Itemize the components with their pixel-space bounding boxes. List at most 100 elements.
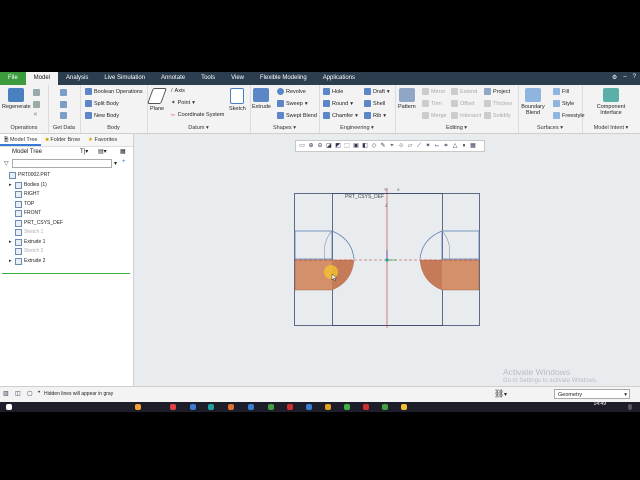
tree-search-input[interactable] — [12, 159, 112, 168]
tree-item[interactable]: PRT_CSYS_DEF — [3, 219, 63, 229]
taskbar-app-icon[interactable] — [248, 404, 254, 410]
hole-button[interactable]: Hole — [323, 88, 343, 95]
freestyle-button[interactable]: Freestyle — [553, 112, 585, 119]
start-icon[interactable] — [6, 404, 12, 410]
tree-item[interactable]: TOP — [3, 200, 63, 210]
rib-button[interactable]: Rib ▾ — [364, 112, 386, 119]
taskbar-app-icon[interactable] — [135, 404, 141, 410]
delete-icon[interactable]: ✕ — [33, 112, 38, 118]
sweep-button[interactable]: Sweep ▾ — [277, 100, 308, 107]
revolve-button[interactable]: Revolve — [277, 88, 306, 95]
copy-icon[interactable] — [33, 89, 40, 96]
component-interface-button[interactable]: Component Interface — [586, 88, 636, 116]
intersect-button[interactable]: Intersect — [451, 112, 481, 119]
swept-blend-button[interactable]: Swept Blend — [277, 112, 317, 119]
taskbar-app-icon[interactable] — [208, 404, 214, 410]
add-filter-icon[interactable]: + — [122, 159, 126, 165]
taskbar-app-icon[interactable] — [170, 404, 176, 410]
search-dropdown-icon[interactable]: ▾ — [114, 160, 117, 167]
browser-toggle-icon[interactable]: ◫ — [15, 390, 21, 397]
insert-here-indicator[interactable] — [2, 273, 130, 274]
draft-button[interactable]: Draft ▾ — [364, 88, 390, 95]
filter-icon[interactable]: ▽ — [4, 160, 9, 167]
taskbar-app-icon[interactable] — [325, 404, 331, 410]
tree-item[interactable]: ▸ Extrude 1 — [3, 238, 63, 248]
solidify-button[interactable]: Solidify — [484, 112, 511, 119]
plane-button[interactable]: Plane — [147, 88, 167, 112]
user-defined-feature-icon[interactable] — [60, 89, 67, 96]
chamfer-button[interactable]: Chamfer ▾ — [323, 112, 358, 119]
settings-icon[interactable]: ⚙ — [612, 74, 617, 81]
tab-annotate[interactable]: Annotate — [153, 72, 193, 85]
tree-columns-icon[interactable]: T|▾ — [80, 147, 88, 157]
taskbar-app-icon[interactable] — [401, 404, 407, 410]
mirror-button[interactable]: Mirror — [422, 88, 445, 95]
tab-analysis[interactable]: Analysis — [58, 72, 96, 85]
expand-icon[interactable]: ▸ — [9, 181, 13, 191]
copy-geometry-icon[interactable] — [60, 101, 67, 108]
paste-icon[interactable] — [33, 101, 40, 108]
regenerate-button[interactable]: Regenerate — [2, 88, 31, 110]
selection-mode-dropdown-icon[interactable]: ▾ — [504, 391, 507, 398]
tab-favorites[interactable]: ★ Favorites — [84, 134, 121, 146]
tab-live-simulation[interactable]: Live Simulation — [96, 72, 153, 85]
axis-button[interactable]: / Axis — [171, 88, 185, 94]
round-button[interactable]: Round ▾ — [323, 100, 353, 107]
selection-filter-select[interactable]: Geometry ▾ — [554, 389, 630, 399]
shrinkwrap-icon[interactable] — [60, 112, 67, 119]
tree-item[interactable]: RIGHT — [3, 190, 63, 200]
merge-button[interactable]: Merge — [422, 112, 447, 119]
taskbar-app-icon[interactable] — [268, 404, 274, 410]
split-body-button[interactable]: Split Body — [85, 100, 119, 107]
fullscreen-icon[interactable]: ▢ — [27, 390, 33, 397]
coordinate-system-button[interactable]: ⌙ Coordinate System — [171, 112, 224, 118]
taskbar-clock[interactable]: 14:49 — [593, 402, 606, 407]
tab-model-tree[interactable]: 🗎 Model Tree — [0, 134, 42, 146]
extrude-button[interactable]: Extrude — [252, 88, 271, 110]
tab-file[interactable]: File — [0, 72, 26, 85]
tree-item[interactable]: ▸ Extrude 2 — [3, 257, 63, 267]
help-icon[interactable]: ? — [633, 74, 636, 81]
trim-button[interactable]: Trim — [422, 100, 442, 107]
extend-button[interactable]: Extend — [451, 88, 477, 95]
taskbar-app-icon[interactable] — [190, 404, 196, 410]
tree-item[interactable]: FRONT — [3, 209, 63, 219]
sketch-button[interactable]: Sketch — [229, 88, 246, 112]
point-button[interactable]: ✶ Point ▾ — [171, 100, 195, 106]
expand-icon[interactable]: ▸ — [9, 257, 13, 267]
tree-settings-icon[interactable]: ▤▾ — [98, 147, 107, 157]
tab-folder-browser[interactable]: ■ Folder Brow — [41, 134, 84, 146]
tab-tools[interactable]: Tools — [193, 72, 223, 85]
model-view[interactable]: PRT_CSYS_DEF Y X Z — [134, 134, 640, 386]
tab-applications[interactable]: Applications — [315, 72, 363, 85]
new-body-button[interactable]: New Body — [85, 112, 119, 119]
tab-flexible-modeling[interactable]: Flexible Modeling — [252, 72, 315, 85]
fill-button[interactable]: Fill — [553, 88, 569, 95]
project-button[interactable]: Project — [484, 88, 510, 95]
notification-icon[interactable] — [628, 404, 632, 410]
tab-model[interactable]: Model — [25, 72, 59, 85]
shell-button[interactable]: Shell — [364, 100, 385, 107]
taskbar-app-icon[interactable] — [382, 404, 388, 410]
taskbar-app-icon[interactable] — [344, 404, 350, 410]
graphics-area[interactable]: ▭ ⊕ ⊖ ◪ ◩ ⬚ ▣ ◧ ◇ ✎ ⌖ ⊹ ▱ ⟋ ✶ ⌙ ⌗ △ ⏸ ▦ — [134, 134, 640, 386]
tree-item[interactable]: Sketch 1 — [3, 228, 63, 238]
navigator-toggle-icon[interactable]: ▥ — [3, 390, 9, 397]
offset-button[interactable]: Offset — [451, 100, 475, 107]
taskbar-app-icon[interactable] — [306, 404, 312, 410]
tree-item[interactable]: PRT0002.PRT — [3, 171, 63, 181]
pattern-button[interactable]: Pattern — [398, 88, 416, 110]
taskbar-app-icon[interactable] — [228, 404, 234, 410]
style-button[interactable]: Style — [553, 100, 574, 107]
tree-item[interactable]: Sketch 2 — [3, 247, 63, 257]
taskbar-app-icon[interactable] — [287, 404, 293, 410]
tree-grid-icon[interactable]: ▦ — [120, 147, 126, 157]
minimize-icon[interactable]: ‒ — [623, 74, 626, 81]
tree-item[interactable]: ▸ Bodies (1) — [3, 181, 63, 191]
thicken-button[interactable]: Thicken — [484, 100, 512, 107]
expand-icon[interactable]: ▸ — [9, 238, 13, 248]
tab-view[interactable]: View — [223, 72, 252, 85]
boolean-operations-button[interactable]: Boolean Operations — [85, 88, 143, 95]
boundary-blend-button[interactable]: Boundary Blend — [520, 88, 546, 116]
taskbar-app-icon[interactable] — [363, 404, 369, 410]
